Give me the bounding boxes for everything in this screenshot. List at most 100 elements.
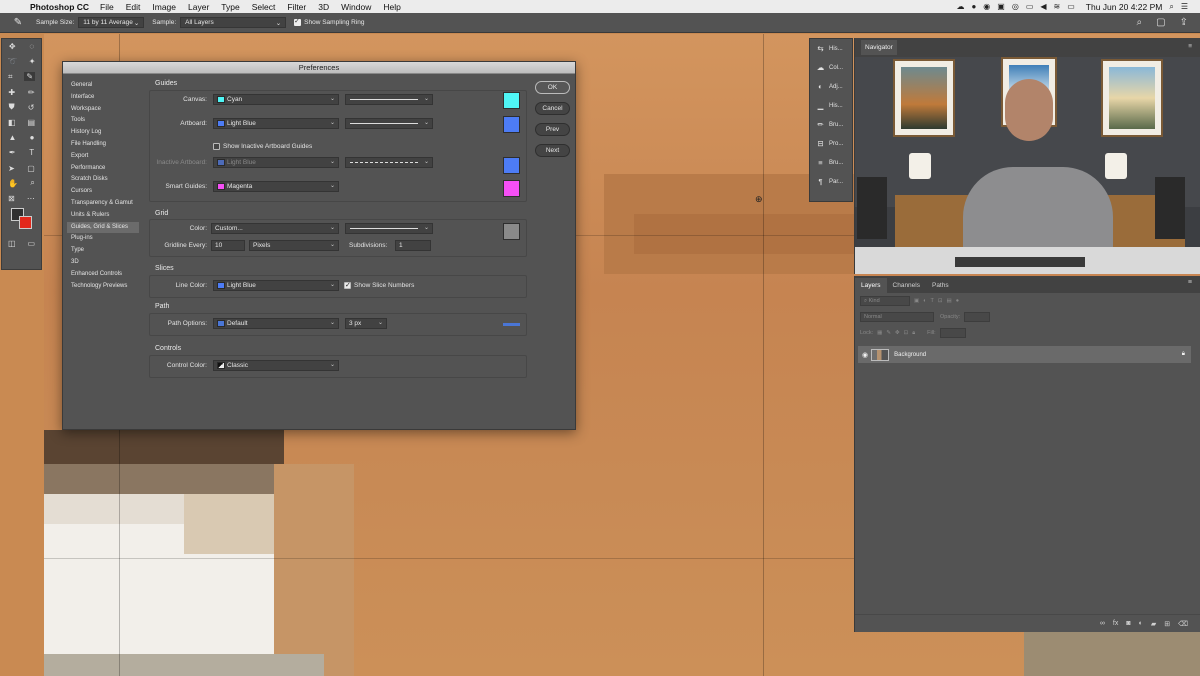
nav-item-type[interactable]: Type: [67, 245, 139, 257]
layer-filter-kind[interactable]: ⌕ Kind: [860, 296, 910, 306]
shape-tool-icon[interactable]: ▢: [27, 164, 35, 173]
lock-position-icon[interactable]: ✥: [895, 330, 900, 336]
sample-select[interactable]: All Layers ⌄: [180, 17, 287, 28]
nav-item-workspace[interactable]: Workspace: [67, 104, 139, 116]
nav-item-guides-grid-slices[interactable]: Guides, Grid & Slices: [67, 221, 139, 234]
cloud-icon[interactable]: ☁: [956, 2, 964, 11]
panel-adjustments[interactable]: ◐ Adj...: [810, 77, 852, 96]
tab-channels[interactable]: Channels: [887, 278, 926, 293]
nav-item-enhanced-controls[interactable]: Enhanced Controls: [67, 269, 139, 281]
menu-file[interactable]: File: [100, 2, 114, 12]
nav-item-tools[interactable]: Tools: [67, 115, 139, 127]
grid-style-select[interactable]: ⌄: [345, 223, 433, 234]
artboard-guide-color-select[interactable]: Light Blue ⌄: [213, 118, 339, 129]
grid-color-swatch[interactable]: [503, 223, 520, 240]
navigator-preview-image[interactable]: [855, 57, 1200, 274]
artboard-guide-color-swatch[interactable]: [503, 116, 520, 133]
screen-mode-icon[interactable]: ▭: [27, 239, 35, 248]
panel-menu-icon[interactable]: ≡: [1188, 279, 1192, 286]
control-color-select[interactable]: Classic ⌄: [213, 360, 339, 371]
lock-transparent-icon[interactable]: ▦: [877, 330, 882, 336]
background-color-swatch[interactable]: [19, 216, 32, 230]
inactive-artboard-color-swatch[interactable]: [503, 157, 520, 174]
status-app-icon-3[interactable]: ▣: [997, 2, 1005, 11]
nav-item-transparency[interactable]: Transparency & Gamut: [67, 198, 139, 210]
type-tool-icon[interactable]: T: [29, 148, 34, 157]
artboard-tool-icon[interactable]: ⊠: [8, 194, 15, 203]
eraser-tool-icon[interactable]: ◧: [8, 118, 16, 127]
menu-layer[interactable]: Layer: [188, 2, 209, 12]
status-app-icon-4[interactable]: ◎: [1012, 2, 1019, 11]
prev-button[interactable]: Prev: [535, 123, 570, 136]
nav-item-cursors[interactable]: Cursors: [67, 186, 139, 198]
adjustment-filter-icon[interactable]: ◐: [923, 298, 926, 304]
canvas-guide-style-select[interactable]: ⌄: [345, 94, 433, 105]
zoom-tool-icon[interactable]: ⌕: [30, 178, 34, 188]
smart-guides-color-swatch[interactable]: [503, 180, 520, 197]
workspace-icon[interactable]: ▢: [1156, 17, 1165, 28]
menu-3d[interactable]: 3D: [318, 2, 329, 12]
inactive-artboard-color-select[interactable]: Light Blue ⌄: [213, 157, 339, 168]
menu-image[interactable]: Image: [152, 2, 176, 12]
eyedropper-tool-icon[interactable]: ✎: [24, 72, 36, 82]
history-brush-icon[interactable]: ↺: [28, 103, 35, 112]
nav-item-units-rulers[interactable]: Units & Rulers: [67, 210, 139, 222]
tab-paths[interactable]: Paths: [926, 278, 955, 293]
nav-item-scratch-disks[interactable]: Scratch Disks: [67, 174, 139, 186]
smart-guides-color-select[interactable]: Magenta ⌄: [213, 181, 339, 192]
healing-brush-icon[interactable]: ✚: [8, 88, 15, 97]
nav-item-3d[interactable]: 3D: [67, 257, 139, 269]
lock-image-icon[interactable]: ✎: [886, 330, 891, 336]
menu-help[interactable]: Help: [383, 2, 400, 12]
shape-filter-icon[interactable]: ⊡: [938, 298, 943, 304]
panel-paragraph[interactable]: ¶ Par...: [810, 172, 852, 191]
panel-histogram[interactable]: ▁ His...: [810, 96, 852, 115]
fill-input[interactable]: [939, 328, 966, 338]
type-filter-icon[interactable]: T: [931, 298, 934, 304]
show-slice-numbers-checkbox[interactable]: [344, 281, 351, 289]
battery-icon[interactable]: ▭: [1067, 2, 1075, 11]
eyedropper-tool-icon[interactable]: ✎: [0, 17, 36, 28]
show-inactive-artboard-guides-checkbox[interactable]: [213, 143, 220, 150]
grid-color-select[interactable]: Custom... ⌄: [211, 223, 339, 234]
blend-mode-select[interactable]: Normal: [860, 312, 934, 322]
lock-artboard-icon[interactable]: ⊡: [904, 330, 909, 336]
menu-window[interactable]: Window: [341, 2, 371, 12]
nav-item-history-log[interactable]: History Log: [67, 127, 139, 139]
nav-item-technology-previews[interactable]: Technology Previews: [67, 281, 139, 293]
subdivisions-input[interactable]: 1: [395, 240, 431, 251]
nav-item-plug-ins[interactable]: Plug-ins: [67, 233, 139, 245]
gradient-tool-icon[interactable]: ▤: [27, 118, 35, 127]
nav-item-file-handling[interactable]: File Handling: [67, 139, 139, 151]
menu-select[interactable]: Select: [252, 2, 276, 12]
panel-menu-icon[interactable]: ≡: [1188, 43, 1192, 50]
pixel-filter-icon[interactable]: ▣: [914, 298, 919, 304]
search-icon[interactable]: ⌕: [1137, 17, 1143, 28]
menu-edit[interactable]: Edit: [126, 2, 141, 12]
ok-button[interactable]: OK: [535, 81, 570, 94]
nav-item-export[interactable]: Export: [67, 151, 139, 163]
airplay-icon[interactable]: ▭: [1026, 2, 1034, 11]
volume-icon[interactable]: ◀: [1040, 2, 1046, 11]
marquee-tool-icon[interactable]: ◌: [29, 42, 34, 51]
panel-properties[interactable]: ⊟ Pro...: [810, 134, 852, 153]
panel-color[interactable]: ☁ Col...: [810, 58, 852, 77]
dodge-tool-icon[interactable]: ●: [30, 133, 35, 142]
navigator-tab[interactable]: Navigator: [861, 40, 897, 55]
artboard-guide-style-select[interactable]: ⌄: [345, 118, 433, 129]
move-tool-icon[interactable]: ✥: [9, 42, 16, 51]
share-icon[interactable]: ⇪: [1180, 17, 1188, 28]
notification-center-icon[interactable]: ☰: [1181, 2, 1188, 11]
gridline-every-input[interactable]: 10: [211, 240, 245, 251]
pen-tool-icon[interactable]: ✒: [9, 148, 16, 157]
status-app-icon[interactable]: ●: [971, 2, 976, 11]
new-group-icon[interactable]: ▰: [1151, 620, 1156, 628]
path-select-icon[interactable]: ➤: [8, 164, 15, 173]
menu-filter[interactable]: Filter: [287, 2, 306, 12]
canvas-guide-color-swatch[interactable]: [503, 92, 520, 109]
cancel-button[interactable]: Cancel: [535, 102, 570, 115]
spotlight-search-icon[interactable]: ⌕: [1169, 2, 1173, 12]
layer-style-icon[interactable]: fx: [1113, 620, 1118, 627]
quick-select-tool-icon[interactable]: ✦: [29, 57, 36, 66]
hand-tool-icon[interactable]: ✋: [8, 179, 18, 188]
